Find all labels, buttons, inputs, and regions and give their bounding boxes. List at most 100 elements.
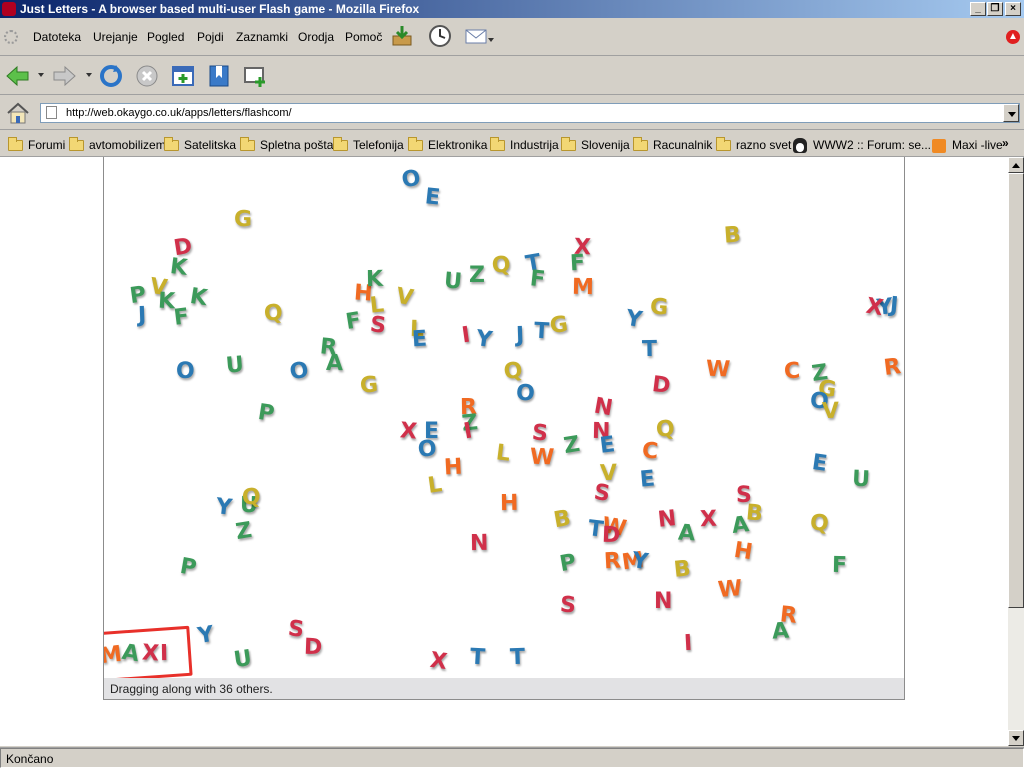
draggable-letter[interactable]: Y: [624, 306, 644, 333]
draggable-letter[interactable]: V: [822, 399, 840, 425]
draggable-letter[interactable]: T: [469, 645, 485, 671]
draggable-letter[interactable]: N: [470, 531, 489, 556]
menu-item[interactable]: Orodja: [298, 30, 334, 44]
back-dropdown-icon[interactable]: [38, 73, 44, 77]
draggable-letter[interactable]: D: [304, 635, 323, 661]
draggable-letter[interactable]: G: [234, 207, 252, 232]
draggable-letter[interactable]: F: [832, 553, 847, 578]
draggable-letter[interactable]: Z: [562, 432, 582, 459]
draggable-letter[interactable]: P: [558, 550, 578, 577]
draggable-letter[interactable]: L: [495, 440, 512, 467]
draggable-letter[interactable]: P: [256, 400, 276, 427]
bookmark-item[interactable]: Racunalnik: [633, 137, 712, 154]
draggable-letter[interactable]: T: [642, 337, 657, 362]
draggable-letter[interactable]: G: [359, 372, 379, 398]
draggable-letter[interactable]: Q: [655, 416, 675, 442]
draggable-letter[interactable]: Y: [215, 494, 233, 521]
bookmark-item[interactable]: razno svet: [716, 137, 791, 154]
draggable-letter[interactable]: L: [426, 472, 443, 499]
draggable-letter[interactable]: T: [510, 645, 526, 671]
draggable-letter[interactable]: H: [443, 455, 463, 481]
draggable-letter[interactable]: J: [516, 323, 525, 348]
reload-icon[interactable]: [98, 63, 124, 89]
draggable-letter[interactable]: D: [602, 523, 621, 549]
draggable-letter[interactable]: Q: [491, 252, 512, 279]
draggable-letter[interactable]: W: [717, 576, 743, 603]
draggable-letter[interactable]: X: [428, 648, 448, 675]
url-history-dropdown[interactable]: [1003, 104, 1019, 122]
draggable-letter[interactable]: A: [677, 521, 695, 547]
draggable-letter[interactable]: S: [559, 592, 577, 618]
draggable-letter[interactable]: F: [172, 304, 190, 331]
bookmarks-overflow-chevron[interactable]: »: [1002, 136, 1009, 150]
history-clock-icon[interactable]: [428, 24, 452, 48]
draggable-letter[interactable]: A: [326, 351, 343, 376]
draggable-letter[interactable]: Y: [630, 548, 649, 575]
draggable-letter[interactable]: G: [649, 294, 669, 320]
draggable-letter[interactable]: Q: [809, 510, 829, 536]
bookmark-item[interactable]: Forumi: [8, 137, 65, 154]
draggable-letter[interactable]: O: [417, 436, 438, 463]
draggable-letter[interactable]: E: [810, 450, 828, 477]
draggable-letter[interactable]: X: [700, 507, 718, 533]
draggable-letter[interactable]: N: [657, 506, 678, 533]
scroll-down-button[interactable]: [1008, 730, 1024, 746]
url-text[interactable]: http://web.okaygo.co.uk/apps/letters/fla…: [66, 107, 292, 119]
draggable-letter[interactable]: U: [225, 352, 245, 378]
draggable-letter[interactable]: Z: [234, 518, 254, 545]
draggable-letter[interactable]: S: [592, 480, 612, 507]
draggable-letter[interactable]: S: [531, 420, 549, 447]
mail-icon[interactable]: [464, 24, 488, 48]
draggable-letter[interactable]: F: [569, 251, 585, 277]
draggable-letter[interactable]: S: [369, 312, 388, 339]
draggable-letter[interactable]: Y: [196, 622, 216, 649]
bookmark-item[interactable]: Maxi -live: [932, 138, 1003, 154]
menu-item[interactable]: Zaznamki: [236, 30, 288, 44]
draggable-letter[interactable]: W: [530, 445, 555, 471]
draggable-letter[interactable]: N: [654, 591, 672, 613]
draggable-letter[interactable]: A: [771, 618, 790, 644]
draggable-letter[interactable]: U: [443, 268, 463, 294]
draggable-letter[interactable]: M: [572, 275, 594, 300]
menu-item[interactable]: Urejanje: [93, 30, 138, 44]
bookmark-item[interactable]: Slovenija: [561, 137, 630, 154]
draggable-letter[interactable]: C: [641, 438, 659, 464]
forward-arrow-icon[interactable]: [51, 63, 77, 89]
draggable-letter[interactable]: G: [548, 312, 569, 339]
draggable-letter[interactable]: E: [411, 327, 427, 353]
draggable-letter[interactable]: P: [178, 554, 198, 581]
menu-item[interactable]: Pogled: [147, 30, 184, 44]
menu-item[interactable]: Datoteka: [33, 30, 81, 44]
draggable-letter[interactable]: X: [399, 418, 418, 444]
forward-dropdown-icon[interactable]: [86, 73, 92, 77]
draggable-letter[interactable]: B: [673, 556, 692, 583]
new-tab-icon[interactable]: [170, 63, 196, 89]
back-arrow-icon[interactable]: [5, 63, 31, 89]
draggable-letter[interactable]: O: [176, 361, 195, 383]
draggable-letter[interactable]: E: [424, 184, 442, 210]
draggable-letter[interactable]: E: [598, 432, 616, 459]
draggable-letter[interactable]: H: [732, 538, 754, 566]
draggable-letter[interactable]: I: [683, 631, 692, 656]
draggable-letter[interactable]: Z: [469, 265, 485, 287]
bookmark-item[interactable]: Spletna pošta: [240, 137, 333, 154]
draggable-letter[interactable]: V: [394, 284, 415, 312]
bookmark-item[interactable]: Telefonija: [333, 137, 404, 154]
draggable-letter[interactable]: J: [138, 303, 147, 328]
draggable-letter[interactable]: A: [730, 512, 750, 539]
draggable-letter[interactable]: B: [552, 506, 573, 534]
bookmark-item[interactable]: WWW2 :: Forum: se...: [793, 138, 931, 154]
download-icon[interactable]: [390, 24, 414, 48]
draggable-letter[interactable]: H: [500, 491, 519, 516]
draggable-letter[interactable]: D: [651, 372, 672, 399]
draggable-letter[interactable]: K: [169, 254, 189, 281]
bookmark-item[interactable]: Elektronika: [408, 137, 487, 154]
bookmarks-icon[interactable]: [206, 63, 232, 89]
draggable-letter[interactable]: Q: [241, 484, 261, 510]
draggable-letter[interactable]: U: [232, 646, 253, 673]
draggable-letter[interactable]: W: [706, 357, 731, 383]
minimize-button[interactable]: _: [970, 2, 986, 16]
draggable-letter[interactable]: F: [529, 266, 547, 292]
draggable-letter[interactable]: E: [639, 466, 656, 492]
vertical-scrollbar[interactable]: [1008, 157, 1024, 746]
